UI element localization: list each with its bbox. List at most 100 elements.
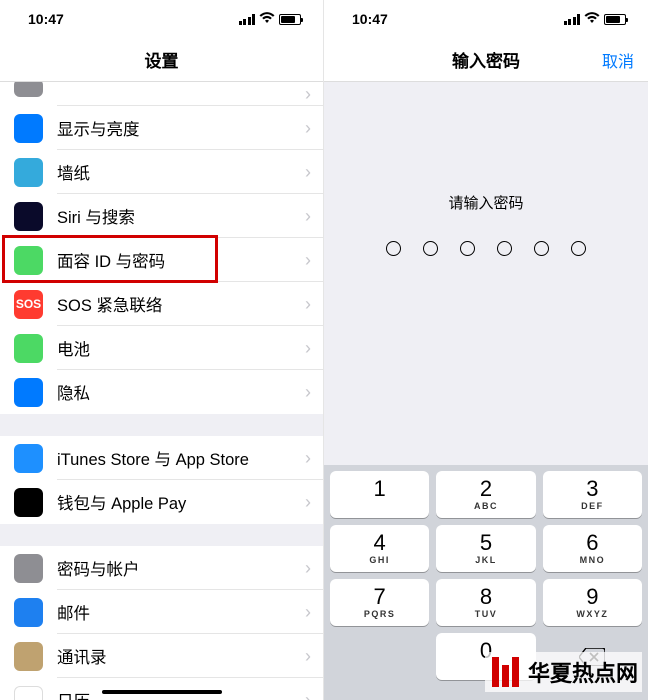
cancel-button[interactable]: 取消 xyxy=(602,38,634,81)
row-wallpaper-icon xyxy=(14,158,43,187)
row-itunes[interactable]: iTunes Store 与 App Store› xyxy=(0,436,323,480)
keypad-key-6[interactable]: 6MNO xyxy=(543,525,642,572)
keypad-key-number: 8 xyxy=(480,586,492,608)
keypad-key-7[interactable]: 7PQRS xyxy=(330,579,429,626)
passcode-dots xyxy=(386,241,586,256)
chevron-right-icon: › xyxy=(305,690,323,700)
keypad-key-letters xyxy=(378,501,382,511)
keypad-key-letters: PQRS xyxy=(364,609,396,619)
watermark: 华夏热点网 xyxy=(485,652,642,692)
row-sos[interactable]: SOS SOS 紧急联络› xyxy=(0,282,323,326)
row-faceid[interactable]: 面容 ID 与密码› xyxy=(0,238,323,282)
row-mail-icon xyxy=(14,598,43,627)
keypad-key-1[interactable]: 1 xyxy=(330,471,429,518)
row-itunes-icon xyxy=(14,444,43,473)
keypad-key-number: 6 xyxy=(586,532,598,554)
passcode-area: 请输入密码 xyxy=(324,82,648,465)
chevron-right-icon: › xyxy=(305,118,323,139)
row-label: 钱包与 Apple Pay xyxy=(57,490,305,514)
battery-icon xyxy=(604,14,626,25)
row-contacts[interactable]: 通讯录› xyxy=(0,634,323,678)
settings-screen: 10:47 设置 ›显示与亮度›墙纸›Siri 与搜索›面容 ID 与密码›SO… xyxy=(0,0,324,700)
status-time: 10:47 xyxy=(28,11,64,27)
row-display[interactable]: 显示与亮度› xyxy=(0,106,323,150)
keypad-key-9[interactable]: 9WXYZ xyxy=(543,579,642,626)
row-battery-icon xyxy=(14,334,43,363)
chevron-right-icon: › xyxy=(305,448,323,469)
row-privacy-icon xyxy=(14,378,43,407)
row-label: 显示与亮度 xyxy=(57,116,305,140)
status-bar: 10:47 xyxy=(0,0,323,38)
keypad-key-letters: WXYZ xyxy=(576,609,608,619)
row-label: 密码与帐户 xyxy=(57,556,305,580)
row-privacy[interactable]: 隐私› xyxy=(0,370,323,414)
chevron-right-icon: › xyxy=(305,558,323,579)
row-siri[interactable]: Siri 与搜索› xyxy=(0,194,323,238)
settings-list[interactable]: ›显示与亮度›墙纸›Siri 与搜索›面容 ID 与密码›SOSSOS 紧急联络… xyxy=(0,82,323,700)
keypad-key-number: 4 xyxy=(374,532,386,554)
chevron-right-icon: › xyxy=(305,492,323,513)
row-label: SOS 紧急联络 xyxy=(57,292,305,316)
row-partial-icon xyxy=(14,82,43,97)
nav-bar: 设置 xyxy=(0,38,323,82)
row-siri-icon xyxy=(14,202,43,231)
keypad-key-number: 3 xyxy=(586,478,598,500)
chevron-right-icon: › xyxy=(305,646,323,667)
row-mail[interactable]: 邮件› xyxy=(0,590,323,634)
row-calendar[interactable]: 日历› xyxy=(0,678,323,700)
keypad-key-2[interactable]: 2ABC xyxy=(436,471,535,518)
row-label: 电池 xyxy=(57,336,305,360)
passcode-dot xyxy=(534,241,549,256)
page-title: 输入密码 xyxy=(452,47,520,72)
row-label: 墙纸 xyxy=(57,160,305,184)
row-wallet[interactable]: 钱包与 Apple Pay› xyxy=(0,480,323,524)
keypad-key-letters: JKL xyxy=(475,555,497,565)
row-faceid-icon xyxy=(14,246,43,275)
row-partial[interactable]: › xyxy=(0,82,323,106)
keypad-key-8[interactable]: 8TUV xyxy=(436,579,535,626)
chevron-right-icon: › xyxy=(305,162,323,183)
watermark-logo-icon xyxy=(489,654,522,690)
row-passwords[interactable]: 密码与帐户› xyxy=(0,546,323,590)
chevron-right-icon: › xyxy=(305,602,323,623)
keypad-key-letters: ABC xyxy=(474,501,498,511)
passcode-dot xyxy=(497,241,512,256)
keypad-key-4[interactable]: 4GHI xyxy=(330,525,429,572)
keypad-key-letters: TUV xyxy=(475,609,498,619)
row-battery[interactable]: 电池› xyxy=(0,326,323,370)
keypad-key-3[interactable]: 3DEF xyxy=(543,471,642,518)
nav-bar: 输入密码 取消 xyxy=(324,38,648,82)
home-indicator[interactable] xyxy=(102,690,222,694)
chevron-right-icon: › xyxy=(305,382,323,403)
row-label: 通讯录 xyxy=(57,644,305,668)
row-label: iTunes Store 与 App Store xyxy=(57,446,305,470)
row-passwords-icon xyxy=(14,554,43,583)
passcode-dot xyxy=(460,241,475,256)
keypad-key-number: 7 xyxy=(374,586,386,608)
row-contacts-icon xyxy=(14,642,43,671)
passcode-dot xyxy=(423,241,438,256)
keypad-key-number: 1 xyxy=(374,478,386,500)
row-sos-icon: SOS xyxy=(14,290,43,319)
keypad-key-5[interactable]: 5JKL xyxy=(436,525,535,572)
chevron-right-icon: › xyxy=(305,206,323,227)
chevron-right-icon: › xyxy=(305,294,323,315)
keypad-key-letters: DEF xyxy=(581,501,604,511)
status-right xyxy=(564,11,627,27)
row-label: 隐私 xyxy=(57,380,305,404)
chevron-right-icon: › xyxy=(305,338,323,359)
passcode-prompt: 请输入密码 xyxy=(448,192,523,213)
keypad-key-number: 9 xyxy=(586,586,598,608)
row-label: 邮件 xyxy=(57,600,305,624)
keypad-key-letters: MNO xyxy=(580,555,606,565)
wifi-icon xyxy=(259,11,275,27)
chevron-right-icon: › xyxy=(305,84,323,105)
row-display-icon xyxy=(14,114,43,143)
row-wallpaper[interactable]: 墙纸› xyxy=(0,150,323,194)
row-calendar-icon xyxy=(14,686,43,700)
chevron-right-icon: › xyxy=(305,250,323,271)
keypad-key-number: 2 xyxy=(480,478,492,500)
signal-icon xyxy=(564,14,581,25)
keypad-key-number: 5 xyxy=(480,532,492,554)
keypad-blank xyxy=(330,633,429,680)
